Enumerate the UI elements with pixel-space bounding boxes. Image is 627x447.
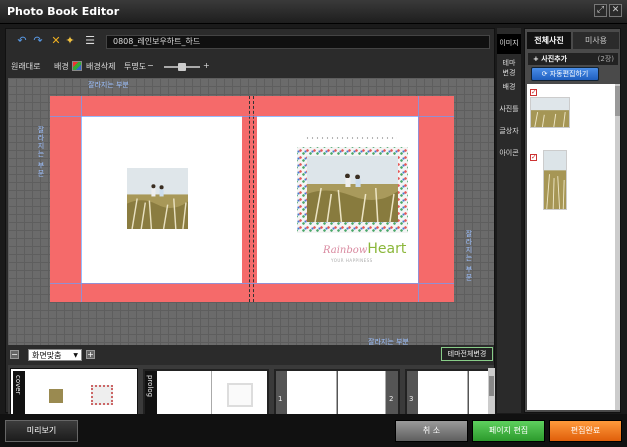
restore-icon[interactable]: ⤢	[594, 4, 607, 17]
auto-edit-button[interactable]: ⟳ 자동편집하기	[531, 67, 599, 81]
background-button[interactable]: 배경	[54, 61, 69, 72]
decorative-frame[interactable]	[297, 147, 408, 233]
tab-unused-photos[interactable]: 미사용	[573, 32, 619, 49]
tab-background[interactable]: 배경	[497, 82, 521, 98]
close-icon[interactable]: ✕	[609, 4, 622, 17]
cut-area-label-bottom: 잘라지는 부분	[368, 338, 409, 345]
tab-theme-change[interactable]: 테마변경	[497, 56, 521, 80]
rainbow-heart-logo[interactable]: RainbowHeart	[323, 241, 406, 257]
remove-background-button[interactable]: 배경삭제	[86, 61, 115, 72]
tool-side-tabs: 이미지 테마변경 배경 사진틀 글상자 아이콘	[497, 28, 521, 413]
cut-area-label-left: 잘라지는 부분	[37, 126, 45, 178]
photo-list-scrollbar[interactable]	[615, 84, 620, 410]
logo-subtitle: YOUR HAPPINESS	[331, 258, 373, 263]
left-page[interactable]	[81, 116, 242, 283]
zoom-select[interactable]: 화면맞춤 ▼	[28, 349, 82, 361]
cancel-button[interactable]: 취 소	[395, 420, 468, 442]
page-edit-button[interactable]: 페이지 편집	[472, 420, 545, 442]
align-icon[interactable]: ☰	[84, 35, 96, 47]
page-number-1: 1	[278, 395, 283, 403]
cut-area-label-top: 잘라지는 부분	[88, 81, 129, 89]
guide-line	[418, 96, 419, 302]
photo-left-page[interactable]	[127, 168, 188, 229]
chevron-down-icon: ▼	[73, 352, 78, 359]
photo-thumbnail[interactable]	[530, 97, 570, 128]
photo-count: (2장)	[597, 55, 614, 63]
background-toolbar: 원래대로 배경 배경삭제 투명도 − +	[6, 57, 494, 77]
photo-thumbnail[interactable]	[543, 150, 567, 210]
right-page[interactable]: RainbowHeart YOUR HAPPINESS	[257, 116, 418, 283]
tools-icon[interactable]: ✦	[64, 35, 76, 47]
photo-list: ✓ ✓	[527, 84, 615, 410]
add-photo-row: + 사진추가 (2장)	[528, 53, 618, 65]
editing-canvas[interactable]: 잘라지는 부분 잘라지는 부분 잘라지는 부분 잘라지는 부분 RainbowH…	[8, 78, 494, 345]
top-toolbar: ↶ ↷ ✕ ✦ ☰ 0808_레인보우하트_하드	[6, 29, 494, 55]
opacity-slider[interactable]	[164, 63, 200, 71]
preview-button[interactable]: 미리보기	[5, 420, 78, 442]
spine-line	[253, 96, 254, 302]
page-number-2: 2	[389, 395, 394, 403]
add-photo-button[interactable]: + 사진추가	[533, 54, 567, 64]
page-number-3: 3	[409, 395, 414, 403]
window-title: Photo Book Editor	[7, 5, 120, 18]
opacity-label: 투명도	[124, 62, 147, 71]
zoom-in-button[interactable]: +	[86, 350, 95, 359]
tab-text-box[interactable]: 글상자	[497, 126, 521, 142]
photo-checkbox[interactable]: ✓	[530, 89, 537, 96]
editor-panel: ↶ ↷ ✕ ✦ ☰ 0808_레인보우하트_하드 원래대로 배경 배경삭제 투명…	[5, 28, 495, 439]
zoom-bar: − 화면맞춤 ▼ + 테마전체변경	[8, 347, 494, 362]
photo-checkbox[interactable]: ✓	[530, 154, 537, 161]
zoom-out-button[interactable]: −	[10, 350, 19, 359]
opacity-minus-icon[interactable]: −	[147, 61, 154, 70]
refresh-icon: ⟳	[541, 70, 550, 78]
guide-line	[81, 96, 82, 302]
tab-icon[interactable]: 아이콘	[497, 148, 521, 164]
decorative-dots	[305, 137, 397, 139]
finish-edit-button[interactable]: 편집완료	[549, 420, 622, 442]
cover-label: cover	[14, 375, 22, 395]
bottom-action-bar: 미리보기 취 소 페이지 편집 편집완료	[0, 414, 627, 447]
title-bar: Photo Book Editor ⤢ ✕	[0, 0, 627, 24]
spine-line	[249, 96, 250, 302]
thumbnail-photo	[49, 389, 63, 403]
background-color-icon[interactable]	[72, 61, 82, 71]
tab-image[interactable]: 이미지	[497, 34, 521, 54]
prolog-label: prolog	[146, 375, 154, 398]
cut-area-label-right: 잘라지는 부분	[465, 230, 473, 282]
photo-right-page[interactable]	[307, 156, 398, 222]
opacity-slider-knob[interactable]	[178, 63, 186, 71]
tab-all-photos[interactable]: 전체사진	[527, 32, 571, 49]
restore-button[interactable]: 원래대로	[11, 61, 40, 72]
thumbnail-frame	[91, 385, 113, 405]
guide-line	[50, 283, 454, 284]
guide-line	[50, 116, 454, 117]
filename-field[interactable]: 0808_레인보우하트_하드	[106, 35, 490, 49]
tab-photo-frame[interactable]: 사진틀	[497, 104, 521, 120]
photo-panel: 전체사진 미사용 + 사진추가 (2장) ⟳ 자동편집하기 ✓ ✓	[524, 28, 621, 413]
theme-change-all-button[interactable]: 테마전체변경	[441, 347, 493, 361]
delete-icon[interactable]: ✕	[50, 35, 62, 47]
bleed-area: RainbowHeart YOUR HAPPINESS	[50, 96, 454, 302]
redo-icon[interactable]: ↷	[32, 35, 44, 47]
undo-icon[interactable]: ↶	[16, 35, 28, 47]
thumbnail-frame	[227, 383, 253, 407]
opacity-plus-icon[interactable]: +	[203, 61, 210, 70]
